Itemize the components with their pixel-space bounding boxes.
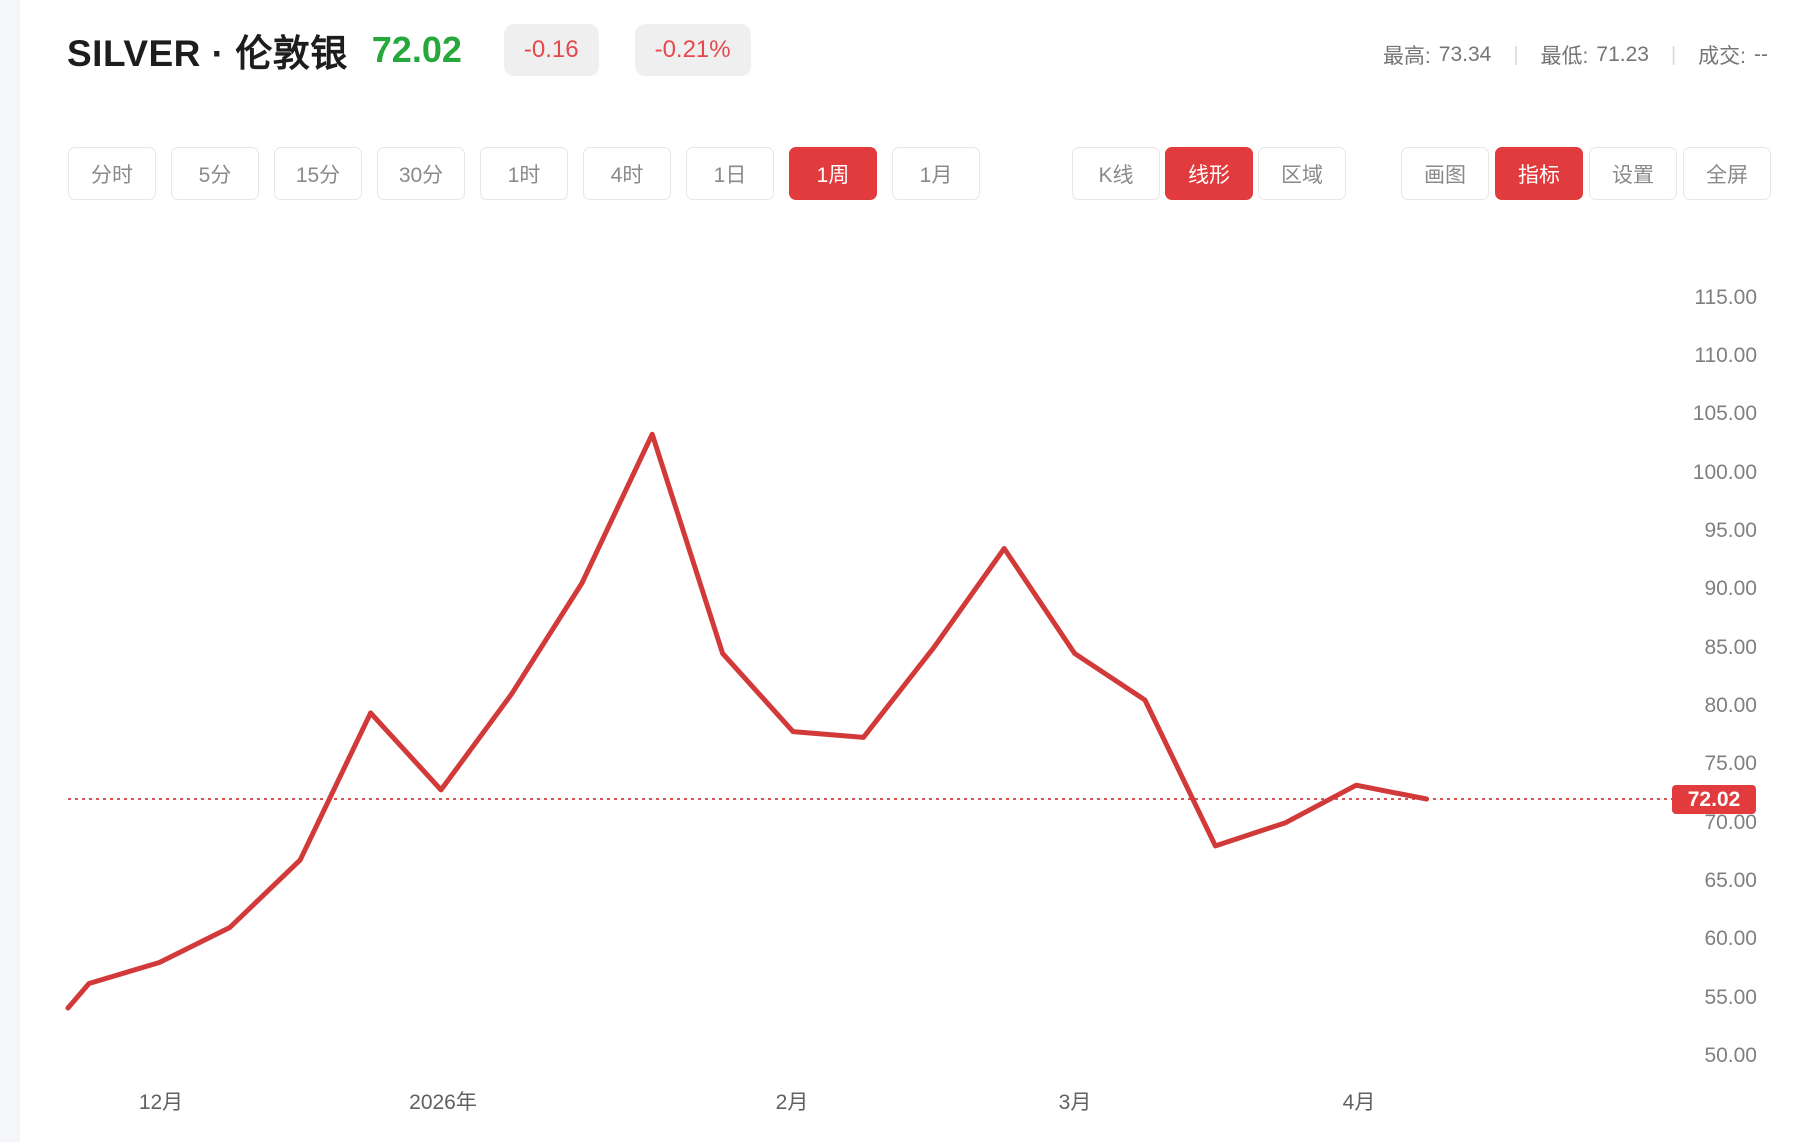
- y-axis-label: 65.00: [1704, 868, 1757, 894]
- stat-label-volume: 成交:: [1698, 40, 1746, 70]
- chart-type-buttons: K线线形区域: [1072, 147, 1346, 200]
- y-axis-label: 100.00: [1693, 460, 1757, 486]
- chart-type-button-candlestick[interactable]: K线: [1072, 147, 1160, 200]
- stat-value-volume: --: [1754, 43, 1768, 67]
- y-axis-label: 75.00: [1704, 751, 1757, 777]
- tool-buttons: 画图指标设置全屏: [1401, 147, 1771, 200]
- symbol-title: SILVER · 伦敦银: [67, 23, 348, 77]
- y-axis-label: 55.00: [1704, 985, 1757, 1011]
- x-axis-label: 12月: [139, 1086, 183, 1116]
- period-button-5min[interactable]: 5分: [171, 147, 259, 200]
- y-axis-label: 60.00: [1704, 926, 1757, 952]
- period-button-intraday[interactable]: 分时: [68, 147, 156, 200]
- x-axis-label: 2026年: [409, 1086, 477, 1116]
- period-button-1hour[interactable]: 1时: [480, 147, 568, 200]
- x-axis-label: 2月: [776, 1086, 809, 1116]
- stat-value-high: 73.34: [1439, 43, 1492, 67]
- period-button-1month[interactable]: 1月: [892, 147, 980, 200]
- period-button-1day[interactable]: 1日: [686, 147, 774, 200]
- x-axis-label: 3月: [1059, 1086, 1092, 1116]
- tool-button-settings[interactable]: 设置: [1589, 147, 1677, 200]
- stats-separator: |: [1671, 44, 1676, 67]
- silver-trading-chart-page: SILVER · 伦敦银 72.02 -0.16 -0.21% 最高: 73.34…: [0, 0, 1818, 1142]
- x-axis-label: 4月: [1343, 1086, 1376, 1116]
- price-chart-canvas[interactable]: 115.00 110.00 105.00 100.00 95.00 90.00 85.00 8…: [0, 230, 1818, 1142]
- y-axis-label: 110.00: [1694, 343, 1757, 369]
- period-button-15min[interactable]: 15分: [274, 147, 362, 200]
- period-button-4hour[interactable]: 4时: [583, 147, 671, 200]
- chart-type-button-area[interactable]: 区域: [1258, 147, 1346, 200]
- y-axis-label: 50.00: [1704, 1043, 1757, 1069]
- stat-label-high: 最高:: [1383, 40, 1431, 70]
- tool-button-draw[interactable]: 画图: [1401, 147, 1489, 200]
- tool-button-fullscreen[interactable]: 全屏: [1683, 147, 1771, 200]
- stat-value-low: 71.23: [1596, 43, 1649, 67]
- stat-label-low: 最低:: [1541, 40, 1589, 70]
- y-axis-label: 95.00: [1704, 518, 1757, 544]
- y-axis-label: 85.00: [1704, 635, 1757, 661]
- price-change-badge: -0.16: [504, 24, 599, 76]
- period-buttons: 分时 5分 15分 30分 1时 4时 1日 1周 1月: [68, 147, 980, 200]
- session-stats: 最高: 73.34 | 最低: 71.23 | 成交: --: [1383, 40, 1768, 70]
- tool-button-indicators-selected[interactable]: 指标: [1495, 147, 1583, 200]
- stats-separator: |: [1513, 44, 1518, 67]
- current-price-tag: 72.02: [1672, 785, 1756, 814]
- header: SILVER · 伦敦银 72.02 -0.16 -0.21%: [67, 22, 751, 78]
- chart-type-button-line-selected[interactable]: 线形: [1165, 147, 1253, 200]
- last-price: 72.02: [372, 29, 462, 71]
- period-button-30min[interactable]: 30分: [377, 147, 465, 200]
- y-axis-label: 105.00: [1693, 401, 1757, 427]
- price-change-percent-badge: -0.21%: [635, 24, 751, 76]
- y-axis-label: 80.00: [1704, 693, 1757, 719]
- y-axis-label: 90.00: [1704, 576, 1757, 602]
- price-series-line: [68, 434, 1427, 1008]
- y-axis-label: 115.00: [1694, 285, 1757, 311]
- y-axis-label: 70.00: [1704, 810, 1757, 836]
- period-button-1week-selected[interactable]: 1周: [789, 147, 877, 200]
